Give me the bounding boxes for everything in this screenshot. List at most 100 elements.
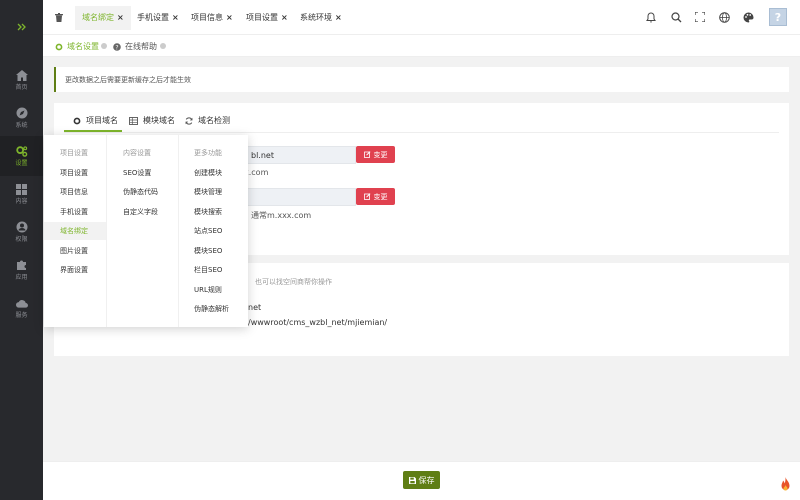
table-icon [129,116,138,125]
flame-icon [779,477,792,492]
menu-item-project-info[interactable]: 项目信息 [60,187,88,197]
menu-header: 内容设置 [123,149,151,157]
breadcrumb-separator [160,43,166,49]
menu-column-content: 内容设置 SEO设置 伪静态代码 自定义字段 [106,135,179,327]
help-icon: ? [113,42,121,51]
mobile-domain-input[interactable] [244,188,356,206]
sidebar-item-apps[interactable]: 应用 [0,250,43,290]
menu-item-interface-settings[interactable]: 界面设置 [60,265,88,275]
tab-label: 域名绑定 [82,13,114,22]
menu-item-image-settings[interactable]: 图片设置 [60,246,88,256]
menu-item-category-seo[interactable]: 栏目SEO [194,265,222,275]
compass-icon [16,107,28,119]
notice-text: 更改数据之后需要更新缓存之后才能生效 [65,76,191,84]
tab-domain-check[interactable]: 域名检测 [185,115,230,126]
subtab-label: 项目域名 [86,116,118,125]
close-icon[interactable]: × [281,13,288,22]
top-bar: 域名绑定 × 手机设置 × 项目信息 × 项目设置 × 系统环境 × ? [43,0,800,35]
gears-icon [15,145,28,157]
search-icon[interactable] [670,11,682,23]
gear-icon [73,117,81,125]
sidebar-item-label: 内容 [15,198,28,205]
close-icon[interactable]: × [117,13,124,22]
sidebar-item-settings[interactable]: 设置 [0,136,43,176]
refresh-icon [185,116,193,125]
root-path-text: /wwwroot/cms_wzbl_net/mjiemian/ [248,318,388,327]
sidebar-item-system[interactable]: 系统 [0,98,43,138]
palette-icon[interactable] [742,11,754,23]
avatar[interactable]: ? [769,8,787,26]
tab-project-info[interactable]: 项目信息 × [191,10,233,26]
breadcrumb: 域名设置 ? 在线帮助 [43,35,800,57]
tab-project-domain[interactable]: 项目域名 [73,115,118,126]
change-pc-domain-button[interactable]: 变更 [356,146,395,163]
button-label: 变更 [373,192,388,201]
tab-domain-binding[interactable]: 域名绑定 × [75,6,131,30]
edit-icon [363,193,371,200]
cloud-icon [15,297,28,309]
settings-dropdown-menu: 项目设置 项目设置 项目信息 手机设置 域名绑定 图片设置 界面设置 内容设置 … [44,135,248,327]
menu-item-custom-fields[interactable]: 自定义字段 [123,207,158,217]
mobile-domain-hint: 通常m.xxx.com [251,211,312,220]
menu-item-site-seo[interactable]: 站点SEO [194,226,222,236]
menu-column-project: 项目设置 项目设置 项目信息 手机设置 域名绑定 图片设置 界面设置 [44,135,106,327]
breadcrumb-online-help[interactable]: ? 在线帮助 [113,41,157,52]
tab-system-environment[interactable]: 系统环境 × [300,10,342,26]
sidebar-item-label: 系统 [15,122,28,129]
close-icon[interactable]: × [226,13,233,22]
subtab-label: 域名检测 [198,116,230,125]
menu-item-mobile-settings[interactable]: 手机设置 [60,207,88,217]
notice-alert: 更改数据之后需要更新缓存之后才能生效 [54,67,789,92]
menu-item-create-module[interactable]: 创建模块 [194,168,222,178]
menu-item-project-settings[interactable]: 项目设置 [60,168,88,178]
menu-header: 更多功能 [194,149,222,157]
help-note: 也可以找空间商帮你操作 [255,278,332,286]
breadcrumb-separator [101,43,107,49]
menu-item-domain-binding[interactable]: 域名绑定 [44,222,106,240]
close-icon[interactable]: × [335,13,342,22]
tab-label: 项目信息 [191,13,223,22]
menu-column-more: 更多功能 创建模块 模块管理 模块搜索 站点SEO 模块SEO 栏目SEO UR… [179,135,248,327]
sidebar-item-content[interactable]: 内容 [0,174,43,214]
edit-icon [363,151,371,158]
menu-item-rewrite-parse[interactable]: 伪静态解析 [194,304,229,314]
menu-item-seo-settings[interactable]: SEO设置 [123,168,151,178]
sidebar-item-label: 设置 [15,160,28,167]
double-chevron-right-icon[interactable] [0,0,43,53]
sidebar-item-label: 应用 [15,274,28,281]
menu-item-module-search[interactable]: 模块搜索 [194,207,222,217]
tab-project-settings[interactable]: 项目设置 × [246,10,288,26]
close-icon[interactable]: × [172,13,179,22]
sidebar-item-permission[interactable]: 权限 [0,212,43,252]
save-icon [408,476,416,484]
user-icon [16,221,28,233]
breadcrumb-domain-settings[interactable]: 域名设置 [55,41,99,52]
breadcrumb-label: 域名设置 [67,42,99,51]
pc-domain-input[interactable]: bl.net [244,146,356,164]
svg-text:?: ? [115,44,118,51]
tab-module-domain[interactable]: 模块域名 [129,115,175,126]
menu-item-module-seo[interactable]: 模块SEO [194,246,222,256]
tab-mobile-settings[interactable]: 手机设置 × [137,10,179,26]
sidebar-item-label: 服务 [15,312,28,319]
menu-item-rewrite-code[interactable]: 伪静态代码 [123,187,158,197]
sidebar-item-service[interactable]: 服务 [0,288,43,328]
fullscreen-icon[interactable] [694,11,706,23]
puzzle-icon [16,259,28,271]
sidebar-item-home[interactable]: 首页 [0,60,43,100]
root-domain-text: net [248,303,262,312]
menu-item-module-manage[interactable]: 模块管理 [194,187,222,197]
menu-item-url-rules[interactable]: URL规则 [194,285,222,295]
tab-label: 系统环境 [300,13,332,22]
tab-label: 手机设置 [137,13,169,22]
save-button[interactable]: 保存 [403,471,440,489]
menu-header: 项目设置 [60,149,88,157]
breadcrumb-label: 在线帮助 [125,42,157,51]
trash-icon[interactable] [52,10,66,24]
subtab-label: 模块域名 [143,116,175,125]
globe-icon[interactable] [718,11,730,23]
change-mobile-domain-button[interactable]: 变更 [356,188,395,205]
bell-icon[interactable] [645,11,657,23]
home-icon [15,69,28,81]
tab-label: 项目设置 [246,13,278,22]
